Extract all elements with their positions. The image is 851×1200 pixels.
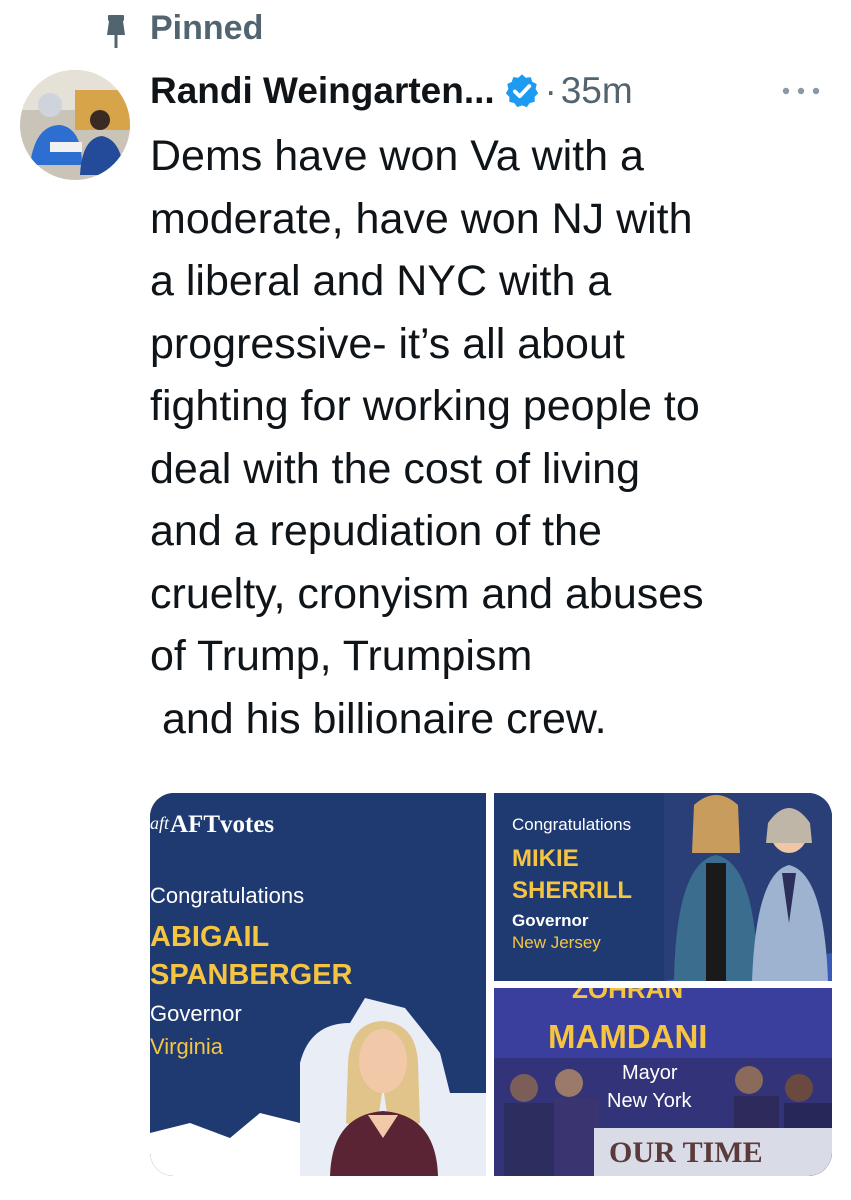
timestamp[interactable]: 35m xyxy=(561,70,633,112)
city-label: New York xyxy=(607,1090,692,1112)
aft-logo-mark: aft xyxy=(150,813,170,833)
office-label: Governor xyxy=(150,1001,242,1026)
state-label: Virginia xyxy=(150,1034,223,1059)
office-label: Governor xyxy=(512,911,589,930)
pinned-label: Pinned xyxy=(150,9,264,47)
pinned-indicator xyxy=(96,6,136,56)
verified-badge-icon xyxy=(505,74,538,108)
more-options-icon[interactable] xyxy=(778,83,824,99)
media-image-new-york[interactable]: ZOHRAN MAMDANI Mayor New York OUR TIME xyxy=(494,988,832,1176)
media-image-virginia[interactable]: aft AFTvotes Congratulations ABIGAIL SPA… xyxy=(150,793,486,1176)
state-label: New Jersey xyxy=(512,933,601,952)
candidate-last-name: MAMDANI xyxy=(548,1018,708,1055)
candidate-last-name: SHERRILL xyxy=(512,877,632,904)
tweet-header: Randi Weingarten... · 35m xyxy=(150,66,633,116)
candidate-last-name: SPANBERGER xyxy=(150,959,353,991)
pin-icon xyxy=(107,15,125,48)
aft-brand-text: AFTvotes xyxy=(170,811,275,838)
media-image-new-jersey[interactable]: Congratulations MIKIE SHERRILL Governor … xyxy=(494,793,832,981)
separator-dot: · xyxy=(544,70,557,111)
office-label: Mayor xyxy=(622,1062,678,1084)
congrats-text: Congratulations xyxy=(150,883,305,908)
avatar-image xyxy=(20,70,130,180)
candidate-first-name: ABIGAIL xyxy=(150,921,270,953)
congrats-text: Congratulations xyxy=(512,815,632,834)
media-grid[interactable]: aft AFTvotes Congratulations ABIGAIL SPA… xyxy=(150,793,832,1176)
author-name[interactable]: Randi Weingarten... xyxy=(150,70,495,112)
tweet-text: Dems have won Va with a moderate, have w… xyxy=(150,132,704,743)
candidate-first-name: ZOHRAN xyxy=(572,988,684,1004)
candidate-first-name: MIKIE xyxy=(512,845,579,872)
banner-text: OUR TIME xyxy=(609,1136,763,1169)
avatar[interactable] xyxy=(20,70,130,180)
